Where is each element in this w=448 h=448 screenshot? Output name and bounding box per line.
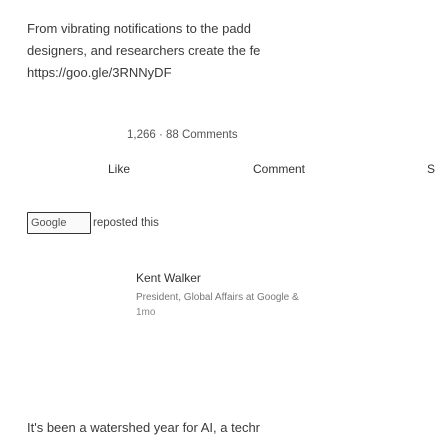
engagement-counts[interactable]: 1,266 · 88 Comments bbox=[127, 129, 238, 141]
post-link[interactable]: https://goo.gle/3RNNyDF bbox=[27, 62, 448, 84]
action-bar: Like Comment S bbox=[0, 162, 448, 182]
comment-button[interactable]: Comment bbox=[253, 162, 305, 176]
post-timestamp: 1mo bbox=[136, 307, 156, 318]
feed-page: From vibrating notifications to the padd… bbox=[0, 0, 448, 448]
author-block: Kent Walker President, Global Affairs at… bbox=[136, 270, 448, 320]
google-logo[interactable]: Google bbox=[27, 212, 91, 234]
share-button[interactable]: S bbox=[427, 162, 435, 176]
repost-label: reposted this bbox=[93, 217, 159, 229]
post-text-line-1: From vibrating notifications to the padd bbox=[27, 21, 252, 36]
author-name[interactable]: Kent Walker bbox=[136, 270, 448, 286]
repost-header: Google reposted this bbox=[27, 212, 159, 234]
author-title: President, Global Affairs at Google & bbox=[136, 292, 299, 303]
post-text: From vibrating notifications to the padd… bbox=[27, 18, 448, 84]
like-button[interactable]: Like bbox=[108, 162, 130, 176]
post-text-line-2: designers, and researchers create the fe bbox=[27, 43, 261, 58]
next-post-text: It's been a watershed year for AI, a tec… bbox=[27, 420, 260, 435]
